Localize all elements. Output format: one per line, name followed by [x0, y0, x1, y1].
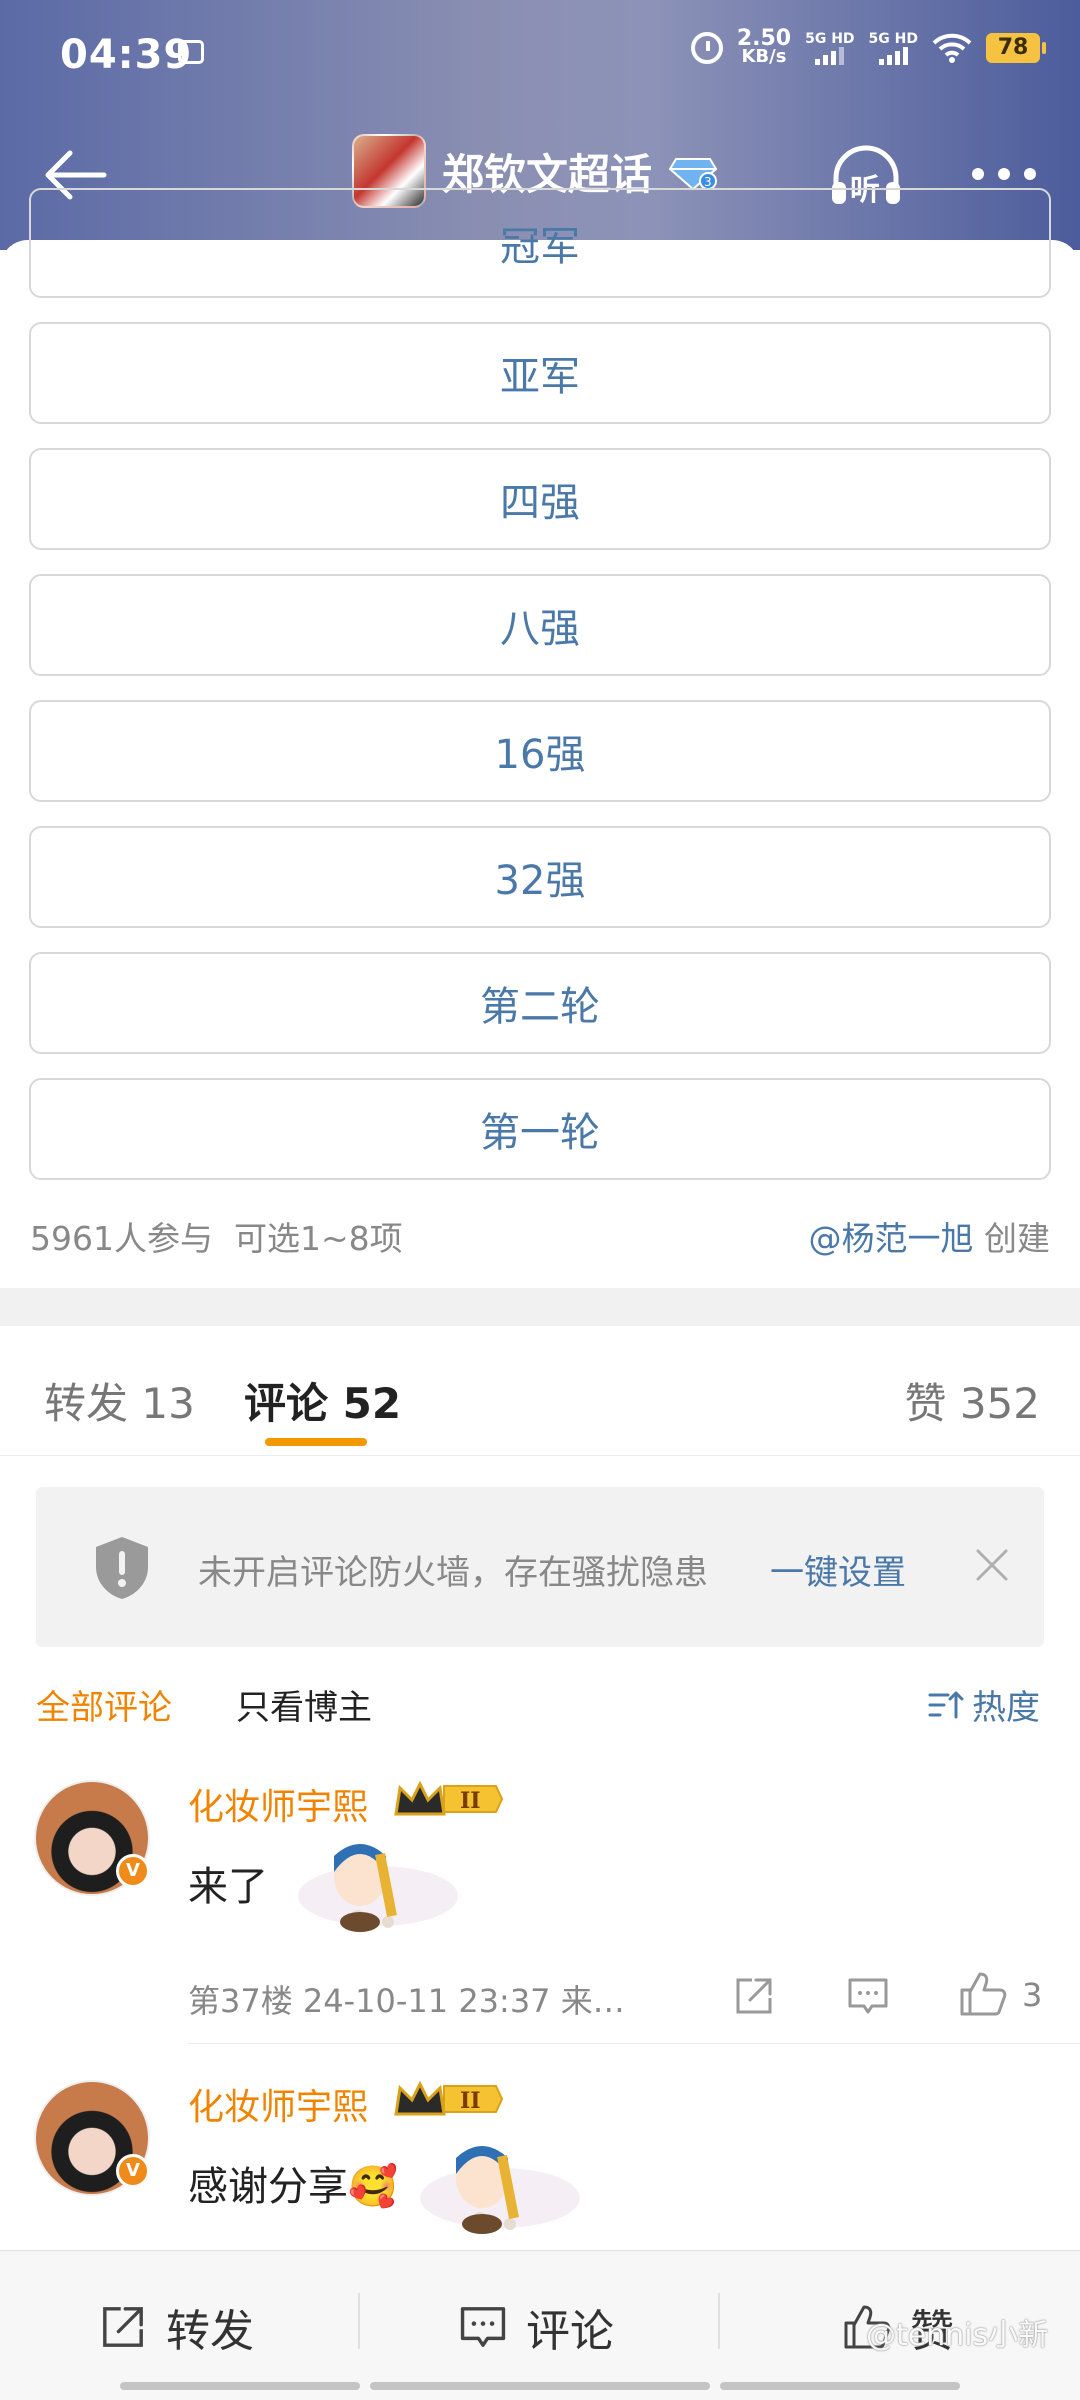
vote-creator: @杨范一旭 创建	[808, 1219, 1051, 1258]
battery-indicator: 78	[986, 33, 1046, 63]
vote-option[interactable]: 16强	[29, 700, 1051, 802]
home-indicator	[120, 2382, 360, 2390]
comment-meta: 第37楼 24-10-11 23:37 来…	[188, 1982, 625, 2020]
comment-divider	[188, 2043, 1080, 2044]
more-dots-icon[interactable]	[972, 168, 1036, 182]
active-tab-indicator	[265, 1438, 367, 1446]
watermark: @tennis小新	[866, 2318, 1049, 2353]
vote-participants: 5961人参与 可选1~8项	[30, 1219, 403, 1258]
wifi-icon	[932, 33, 972, 63]
close-icon[interactable]	[974, 1547, 1010, 1583]
signal-bars-icon	[878, 47, 908, 65]
vote-option[interactable]: 亚军	[29, 322, 1051, 424]
signal-bars-icon	[815, 47, 845, 65]
firewall-setup-link[interactable]: 一键设置	[770, 1545, 906, 1594]
vote-option[interactable]: 32强	[29, 826, 1051, 928]
comment-username[interactable]: 化妆师宇熙	[188, 2078, 368, 2130]
svg-text:II: II	[460, 1788, 481, 1814]
verified-badge-icon: V	[116, 2154, 150, 2188]
filter-author-only[interactable]: 只看博主	[236, 1680, 372, 1729]
comment-text: 来了	[188, 1864, 268, 1910]
section-divider	[0, 1288, 1080, 1326]
bar-divider	[358, 2293, 360, 2349]
comment-icon	[460, 2307, 506, 2347]
vote-option[interactable]: 第一轮	[29, 1078, 1051, 1180]
verified-badge-icon: V	[116, 1854, 150, 1888]
comment-filters: 全部评论 只看博主 热度	[0, 1670, 1080, 1730]
vote-option[interactable]: 八强	[29, 574, 1051, 676]
bottom-comment-button[interactable]: 评论	[458, 2295, 614, 2359]
home-indicator	[370, 2382, 710, 2390]
vote-option[interactable]: 四强	[29, 448, 1051, 550]
sort-by-hot[interactable]: 热度	[928, 1680, 1040, 1729]
sticker-image	[420, 2146, 580, 2234]
tab-repost[interactable]: 转发 13	[44, 1370, 195, 1431]
crown-level-badge-icon: II	[394, 2080, 504, 2116]
vote-meta: 5961人参与 可选1~8项 @杨范一旭 创建	[30, 1212, 1050, 1260]
tab-comments[interactable]: 评论 52	[244, 1370, 401, 1431]
net-speed: 2.50 KB/s	[736, 26, 792, 67]
comment-text: 感谢分享🥰	[188, 2164, 398, 2210]
tab-likes[interactable]: 赞 352	[904, 1370, 1040, 1431]
status-icons: 2.50 KB/s 5G HD 5G HD 78	[690, 26, 1046, 67]
diamond-level-3-icon: 3	[668, 158, 718, 191]
repost-icon	[103, 2307, 143, 2347]
alarm-icon	[690, 32, 723, 64]
firewall-notice: 未开启评论防火墙，存在骚扰隐患 一键设置	[36, 1487, 1044, 1647]
firewall-message: 未开启评论防火墙，存在骚扰隐患	[198, 1553, 708, 1593]
like-count: 3	[1022, 1976, 1043, 2014]
engagement-tabs: 转发 13 评论 52 赞 352	[0, 1326, 1080, 1456]
crown-level-badge-icon: II	[394, 1780, 504, 1816]
comment-icon[interactable]	[846, 1974, 890, 2018]
vote-option[interactable]: 第二轮	[29, 952, 1051, 1054]
bottom-repost-button[interactable]: 转发	[98, 2295, 254, 2359]
comment-username[interactable]: 化妆师宇熙	[188, 1778, 368, 1830]
signal-sim2: 5G HD	[869, 31, 918, 65]
bar-divider	[718, 2293, 720, 2349]
status-time: 04:39	[60, 32, 193, 78]
svg-text:II: II	[460, 2088, 481, 2114]
like-thumb-icon[interactable]	[958, 1970, 1008, 2018]
signal-sim1: 5G HD	[805, 31, 855, 65]
status-bar: 04:39 2.50 KB/s 5G HD 5G HD 78	[0, 0, 1080, 115]
sort-icon	[928, 1691, 964, 1718]
repost-icon[interactable]	[732, 1974, 776, 2018]
avatar[interactable]: V	[34, 2080, 150, 2196]
svg-text:3: 3	[704, 175, 712, 189]
filter-all-comments[interactable]: 全部评论	[36, 1680, 172, 1729]
avatar[interactable]: V	[34, 1780, 150, 1896]
shield-icon	[96, 1537, 148, 1599]
home-indicator	[720, 2382, 960, 2390]
creator-link[interactable]: @杨范一旭	[809, 1219, 974, 1258]
tv-icon	[178, 40, 204, 64]
sticker-image	[298, 1844, 458, 1932]
vote-option[interactable]: 冠军	[29, 188, 1051, 298]
